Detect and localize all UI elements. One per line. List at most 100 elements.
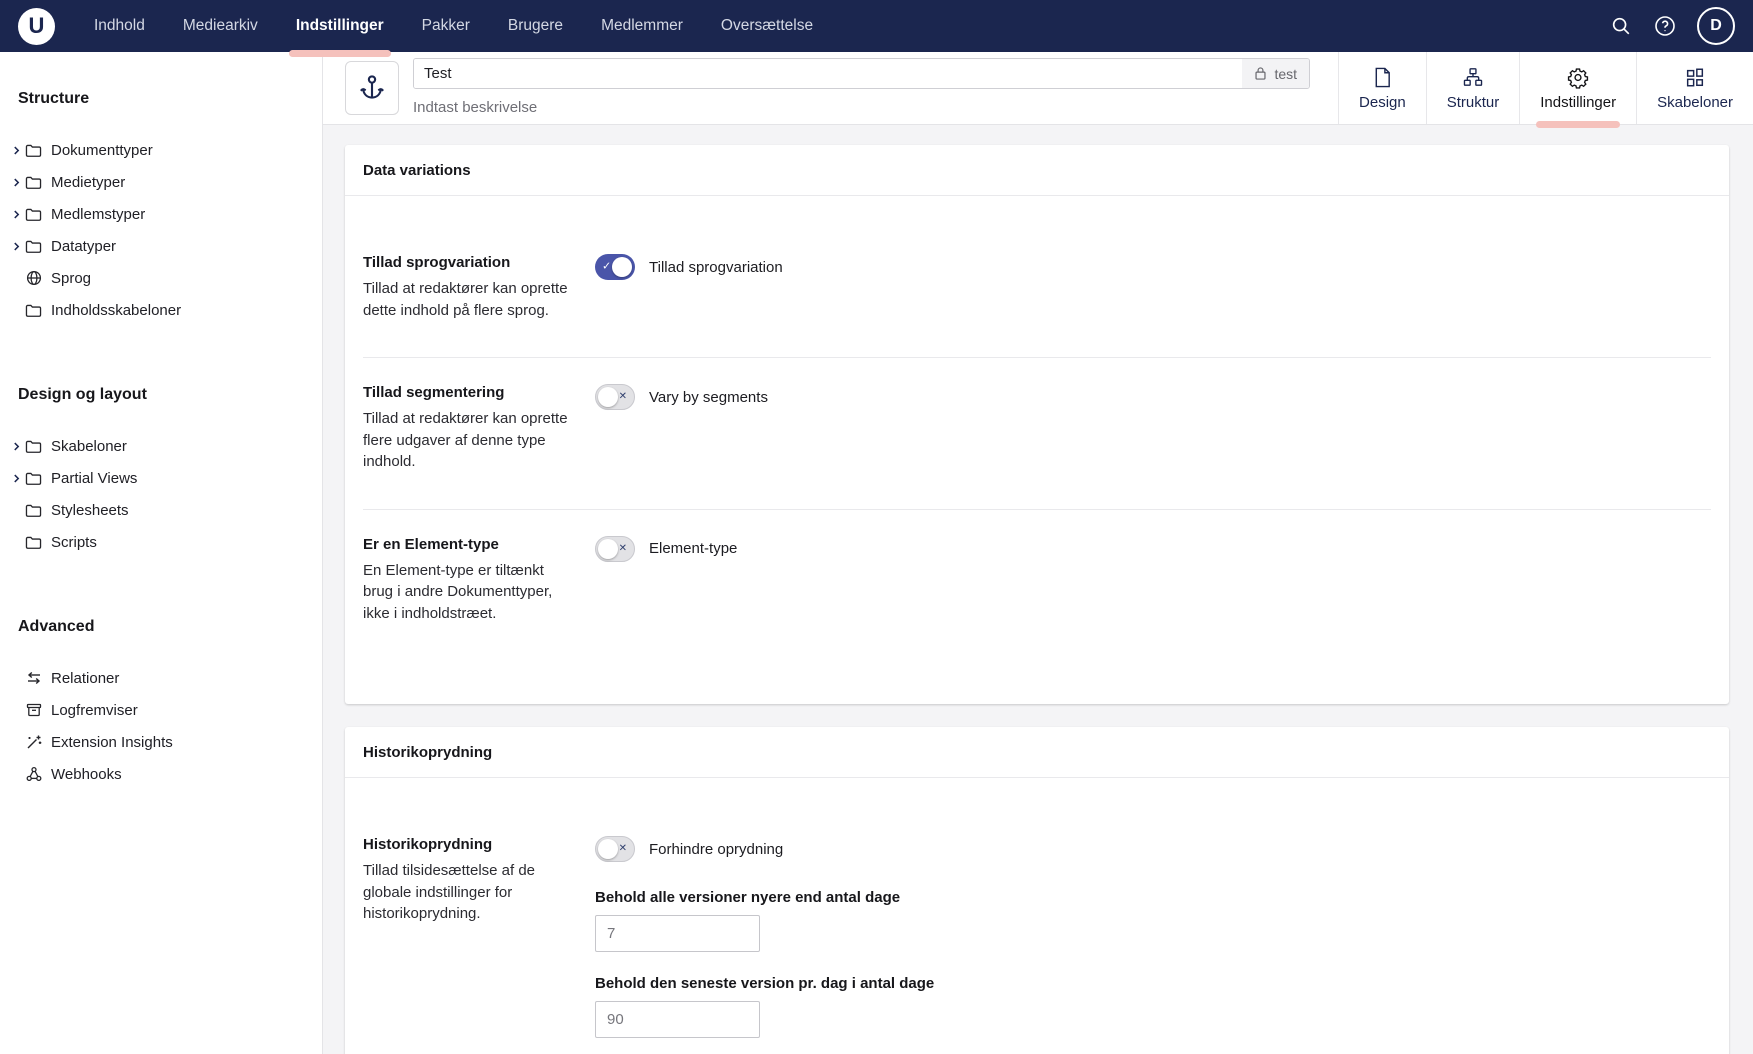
webhook-icon: [25, 766, 42, 782]
workspace-tabs: Design Struktur Indstillinger: [1338, 52, 1753, 124]
sidebar-item-medlemstyper[interactable]: Medlemstyper: [0, 198, 322, 230]
nav-item-mediearkiv[interactable]: Mediearkiv: [168, 0, 273, 52]
card-title: Historikoprydning: [345, 727, 1729, 778]
chevron-right-icon[interactable]: [8, 209, 24, 220]
tab-indstillinger[interactable]: Indstillinger: [1519, 52, 1636, 124]
sidebar-item-logfremviser[interactable]: Logfremviser: [0, 694, 322, 726]
toggle-tillad-sprogvariation[interactable]: ✓: [595, 254, 635, 280]
tab-label: Struktur: [1447, 94, 1500, 111]
folder-icon: [25, 535, 42, 550]
sidebar-item-partial-views[interactable]: Partial Views: [0, 462, 322, 494]
tab-skabeloner[interactable]: Skabeloner: [1636, 52, 1753, 124]
card-data-variations: Data variations Tillad sprogvariation Ti…: [345, 145, 1729, 704]
sidebar-section-title: Structure: [0, 82, 322, 134]
nav-item-label: Indstillinger: [296, 17, 384, 35]
sidebar-section-title: Advanced: [0, 610, 322, 662]
sidebar-item-webhooks[interactable]: Webhooks: [0, 758, 322, 790]
sidebar-item-label: Scripts: [51, 534, 97, 551]
cross-icon: ✕: [619, 844, 627, 854]
sidebar-item-scripts[interactable]: Scripts: [0, 526, 322, 558]
sidebar-item-label: Relationer: [51, 670, 119, 687]
check-icon: ✓: [602, 262, 611, 273]
sidebar-item-datatyper[interactable]: Datatyper: [0, 230, 322, 262]
help-icon[interactable]: [1653, 14, 1677, 38]
top-nav-items: Indhold Mediearkiv Indstillinger Pakker …: [79, 0, 828, 52]
sidebar-item-label: Extension Insights: [51, 734, 173, 751]
alias-value: test: [1274, 66, 1297, 82]
description-input[interactable]: [413, 96, 1310, 118]
property-label: Tillad segmentering: [363, 384, 570, 401]
folder-icon: [25, 303, 42, 318]
behold-alle-versioner-input[interactable]: [595, 915, 760, 952]
chevron-right-icon[interactable]: [8, 177, 24, 188]
sidebar-item-medietyper[interactable]: Medietyper: [0, 166, 322, 198]
sidebar-item-label: Skabeloner: [51, 438, 127, 455]
chevron-right-icon[interactable]: [8, 441, 24, 452]
document-icon: [1372, 66, 1393, 89]
sidebar-item-label: Medlemstyper: [51, 206, 145, 223]
alias-chip[interactable]: test: [1242, 59, 1309, 88]
user-avatar[interactable]: D: [1697, 7, 1735, 45]
folder-icon: [25, 239, 42, 254]
toggle-knob: [598, 539, 618, 559]
field-behold-alle-versioner: Behold alle versioner nyere end antal da…: [595, 889, 1711, 952]
sidebar-item-label: Dokumenttyper: [51, 142, 153, 159]
search-icon[interactable]: [1609, 14, 1633, 38]
wand-sparkles-icon: [25, 734, 42, 750]
nav-item-oversaettelse[interactable]: Oversættelse: [706, 0, 828, 52]
sidebar-item-dokumenttyper[interactable]: Dokumenttyper: [0, 134, 322, 166]
property-label: Historikoprydning: [363, 836, 570, 853]
property-row-tillad-segmentering: Tillad segmentering Tillad at redaktører…: [363, 358, 1711, 510]
active-nav-underline: [289, 50, 391, 57]
cross-icon: ✕: [619, 392, 627, 402]
sidebar-item-stylesheets[interactable]: Stylesheets: [0, 494, 322, 526]
tab-design[interactable]: Design: [1338, 52, 1426, 124]
property-row-tillad-sprogvariation: Tillad sprogvariation Tillad at redaktør…: [363, 196, 1711, 358]
sidebar-section-title: Design og layout: [0, 378, 322, 430]
toggle-forhindre-oprydning[interactable]: ✕: [595, 836, 635, 862]
toggle-element-type[interactable]: ✕: [595, 536, 635, 562]
relations-icon: [25, 670, 42, 686]
chevron-right-icon[interactable]: [8, 145, 24, 156]
sidebar-item-skabeloner[interactable]: Skabeloner: [0, 430, 322, 462]
property-label: Tillad sprogvariation: [363, 254, 570, 271]
nav-item-indstillinger[interactable]: Indstillinger: [281, 0, 399, 52]
tab-struktur[interactable]: Struktur: [1426, 52, 1520, 124]
card-historikoprydning: Historikoprydning Historikoprydning Till…: [345, 727, 1729, 1054]
property-description: Tillad at redaktører kan oprette flere u…: [363, 408, 570, 473]
cross-icon: ✕: [619, 544, 627, 554]
tab-label: Indstillinger: [1540, 94, 1616, 111]
chevron-right-icon[interactable]: [8, 473, 24, 484]
tab-label: Skabeloner: [1657, 94, 1733, 111]
sidebar-item-label: Logfremviser: [51, 702, 138, 719]
nav-item-pakker[interactable]: Pakker: [407, 0, 485, 52]
name-input[interactable]: [414, 59, 1242, 88]
sidebar-item-label: Partial Views: [51, 470, 137, 487]
document-type-anchor-icon-button[interactable]: [345, 61, 399, 115]
nav-item-indhold[interactable]: Indhold: [79, 0, 160, 52]
card-title: Data variations: [345, 145, 1729, 196]
anchor-icon: [357, 73, 387, 103]
settings-content[interactable]: Data variations Tillad sprogvariation Ti…: [323, 125, 1753, 1054]
folder-icon: [25, 207, 42, 222]
tab-label: Design: [1359, 94, 1406, 111]
nav-item-brugere[interactable]: Brugere: [493, 0, 578, 52]
umbraco-logo-icon[interactable]: U: [18, 8, 55, 45]
sidebar-item-sprog[interactable]: Sprog: [0, 262, 322, 294]
nav-item-medlemmer[interactable]: Medlemmer: [586, 0, 698, 52]
sidebar-item-relationer[interactable]: Relationer: [0, 662, 322, 694]
log-viewer-icon: [25, 702, 42, 718]
property-row-er-en-element-type: Er en Element-type En Element-type er ti…: [363, 510, 1711, 705]
globe-icon: [25, 270, 42, 286]
chevron-right-icon[interactable]: [8, 241, 24, 252]
sidebar-item-label: Medietyper: [51, 174, 125, 191]
active-tab-underline: [1536, 121, 1620, 128]
toggle-vary-by-segments[interactable]: ✕: [595, 384, 635, 410]
behold-seneste-version-input[interactable]: [595, 1001, 760, 1038]
sidebar-item-extension-insights[interactable]: Extension Insights: [0, 726, 322, 758]
toggle-knob: [598, 839, 618, 859]
sidebar-item-indholdsskabeloner[interactable]: Indholdsskabeloner: [0, 294, 322, 326]
name-input-row: test: [413, 58, 1310, 89]
toggle-knob: [612, 257, 632, 277]
top-nav-actions: D: [1609, 7, 1735, 45]
